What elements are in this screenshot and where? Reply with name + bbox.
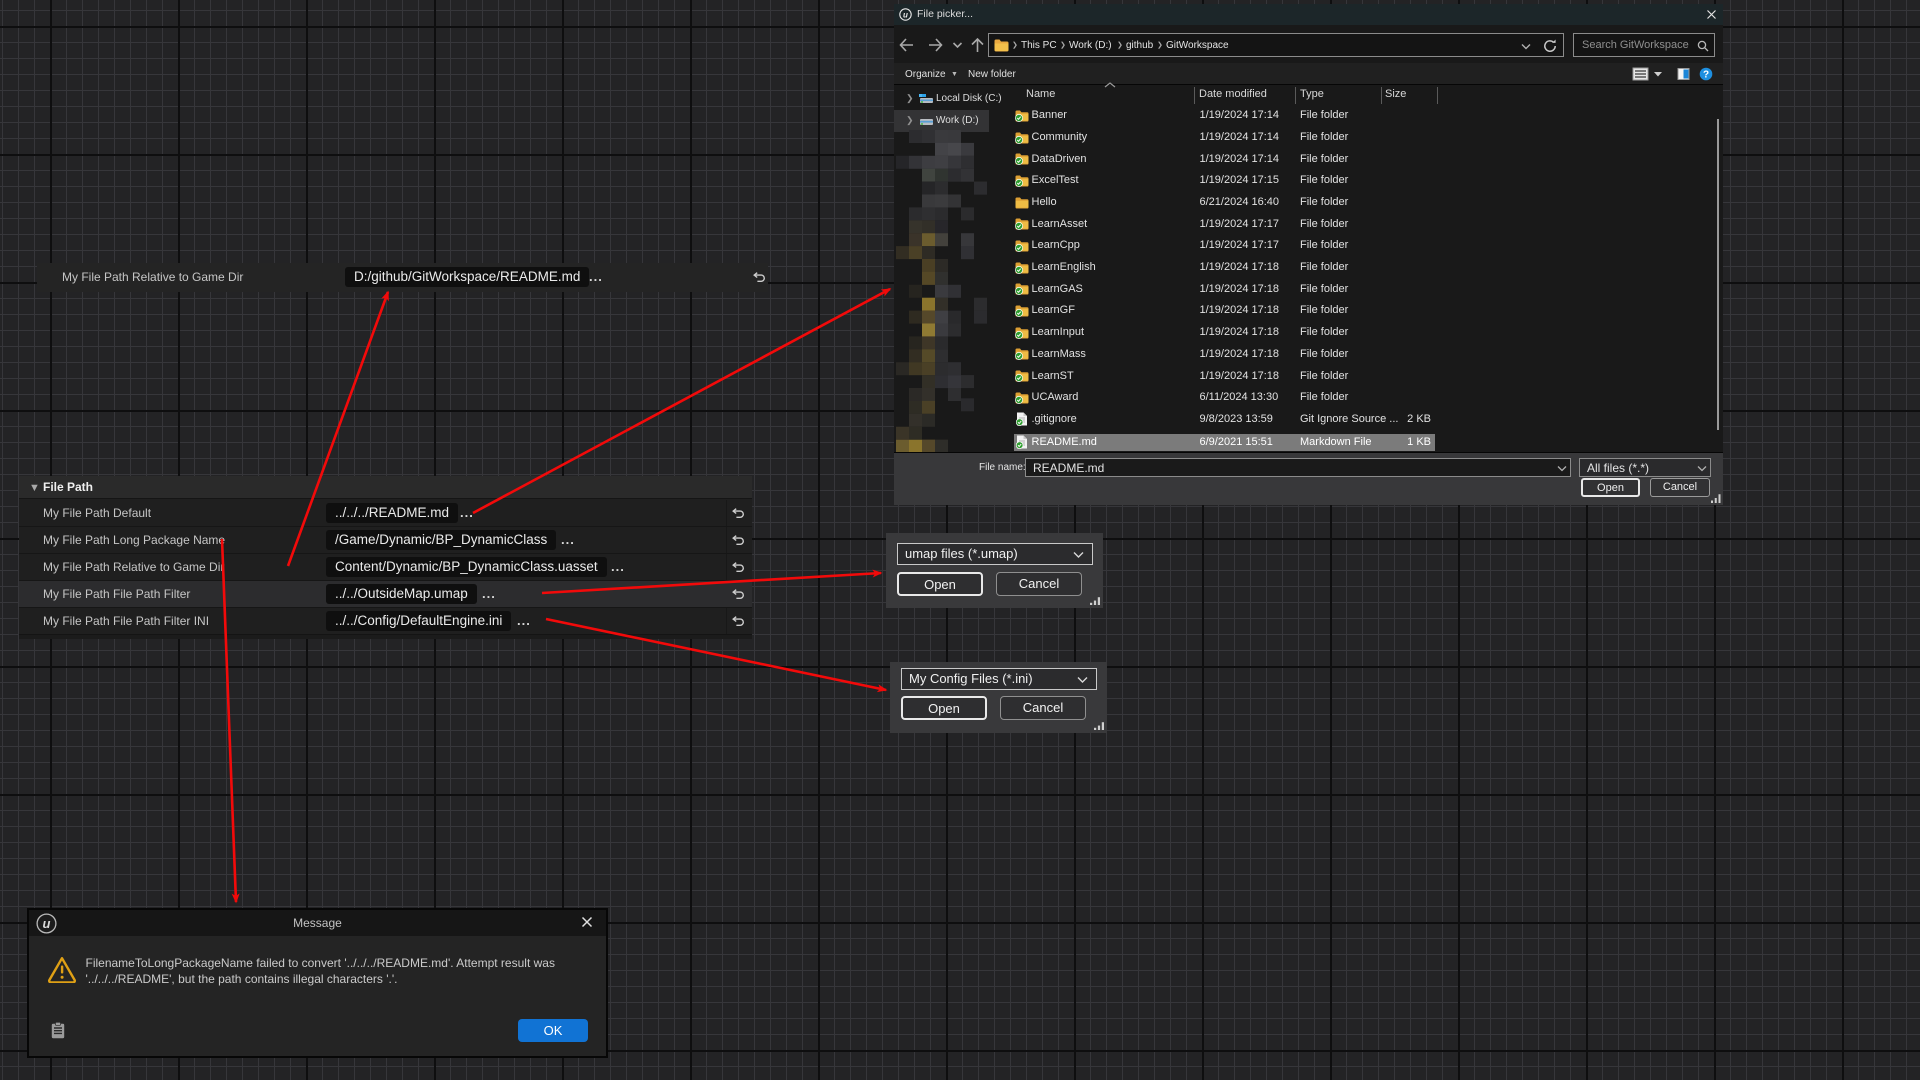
svg-text:?: ? [1703,70,1709,81]
svg-text:u: u [903,10,908,19]
